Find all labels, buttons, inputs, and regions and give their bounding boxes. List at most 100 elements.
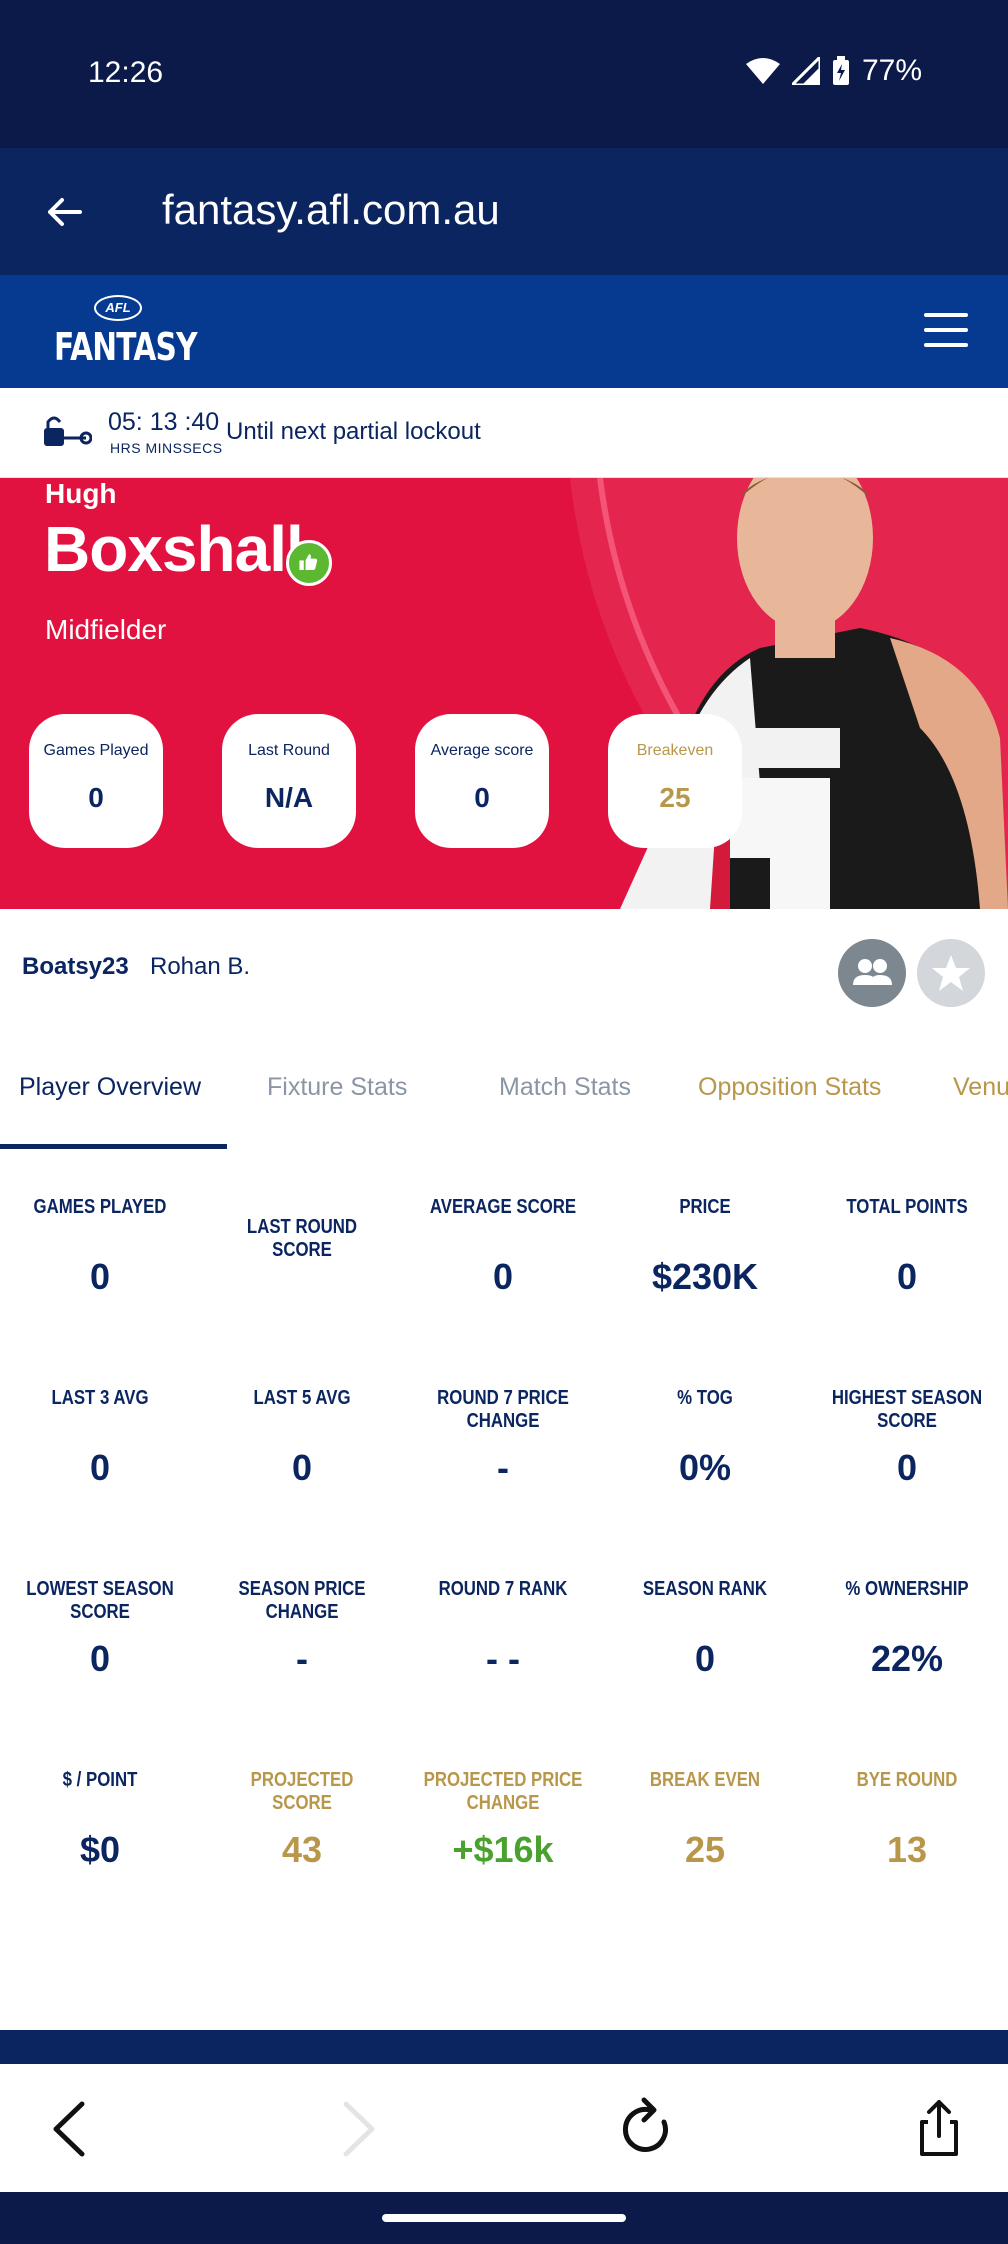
app-header: AFL FANTASY xyxy=(0,275,1008,388)
stat-value: 25 xyxy=(684,1829,726,1870)
lockout-countdown: 05: 13 :40 xyxy=(108,408,220,436)
pill-value: N/A xyxy=(264,782,314,813)
home-gesture-handle[interactable] xyxy=(382,2214,626,2222)
stat-label: ROUND 7 RANK xyxy=(438,1578,568,1600)
logo-fantasy-text: FANTASY xyxy=(54,325,198,369)
stat-value: 43 xyxy=(281,1829,323,1870)
reload-icon[interactable] xyxy=(612,2094,682,2164)
status-bar: 12:26 77% xyxy=(0,0,1008,148)
stat-label: HIGHEST SEASON SCORE xyxy=(831,1387,983,1432)
status-time: 12:26 xyxy=(88,56,164,89)
tab-match-stats[interactable]: Match Stats xyxy=(499,1073,631,1102)
player-last-name: Boxshall xyxy=(44,513,304,585)
stat-last-round-score: LAST ROUND SCORE xyxy=(206,1216,398,1262)
active-tab-indicator xyxy=(0,1144,227,1149)
stat-season-price-change: SEASON PRICE CHANGE - xyxy=(206,1578,398,1679)
stat-label: % OWNERSHIP xyxy=(845,1578,969,1600)
player-first-name: Hugh xyxy=(45,478,117,509)
stat-label: AVERAGE SCORE xyxy=(429,1196,577,1218)
owner-name: Rohan B. xyxy=(150,953,251,980)
stat-label: % TOG xyxy=(677,1387,733,1409)
stat-break-even: BREAK EVEN 25 xyxy=(609,1769,801,1870)
pill-label: Last Round xyxy=(248,742,330,759)
stat-label: BREAK EVEN xyxy=(649,1769,761,1791)
player-position: Midfielder xyxy=(45,614,167,645)
stat-bye-round: BYE ROUND 13 xyxy=(811,1769,1003,1870)
cell-signal-icon xyxy=(791,57,820,85)
team-name: Boatsy23 xyxy=(22,953,129,980)
browser-back-icon[interactable] xyxy=(36,2094,106,2164)
pill-value: 0 xyxy=(88,782,104,813)
owner-row: Boatsy23 Rohan B. xyxy=(0,909,1008,1029)
stat-value: $0 xyxy=(79,1829,121,1870)
stat-percent-tog: % TOG 0% xyxy=(609,1387,801,1488)
thumbs-up-icon xyxy=(286,540,332,586)
stat-value: - - xyxy=(486,1638,520,1679)
pill-value: 25 xyxy=(659,782,691,813)
player-tabs: Player Overview Fixture Stats Match Stat… xyxy=(0,1029,1008,1149)
favourite-star-icon[interactable] xyxy=(917,939,985,1007)
compare-players-icon[interactable] xyxy=(838,939,906,1007)
browser-url-bar: fantasy.afl.com.au xyxy=(0,148,1008,275)
pill-label: Breakeven xyxy=(636,742,714,759)
stat-value: - xyxy=(296,1638,308,1679)
stat-value: 0 xyxy=(89,1638,111,1679)
tab-venue-stats[interactable]: Venu xyxy=(953,1073,1008,1102)
stat-projected-price-change: PROJECTED PRICE CHANGE +$16k xyxy=(407,1769,599,1870)
wifi-icon xyxy=(745,58,780,84)
stat-projected-score: PROJECTED SCORE 43 xyxy=(206,1769,398,1870)
battery-percent: 77% xyxy=(861,54,922,87)
stat-value: - xyxy=(497,1447,509,1488)
gesture-bar xyxy=(0,2192,1008,2244)
stat-value: 0 xyxy=(291,1447,313,1488)
stat-value: 0 xyxy=(89,1447,111,1488)
tab-opposition-stats[interactable]: Opposition Stats xyxy=(698,1073,881,1102)
stat-label: LAST ROUND SCORE xyxy=(246,1216,358,1261)
pill-value: 0 xyxy=(474,782,490,813)
lockout-bar: 05: 13 :40 HRS MINSSECS Until next parti… xyxy=(0,388,1008,478)
logo-afl-mark: AFL xyxy=(94,295,142,321)
stat-average-score: AVERAGE SCORE 0 xyxy=(407,1196,599,1297)
afl-fantasy-logo[interactable]: AFL FANTASY xyxy=(54,295,198,371)
pill-games-played: Games Played 0 xyxy=(29,714,163,848)
footer-band xyxy=(0,2030,1008,2064)
hamburger-menu-icon[interactable] xyxy=(924,313,968,347)
stat-label: PRICE xyxy=(679,1196,731,1218)
stat-label: SEASON RANK xyxy=(642,1578,768,1600)
stat-label: PROJECTED PRICE CHANGE xyxy=(423,1769,583,1814)
stat-label: LAST 3 AVG xyxy=(51,1387,149,1409)
battery-charging-icon xyxy=(832,56,849,85)
url-text[interactable]: fantasy.afl.com.au xyxy=(162,186,500,234)
tab-fixture-stats[interactable]: Fixture Stats xyxy=(267,1073,407,1102)
tab-player-overview[interactable]: Player Overview xyxy=(19,1073,201,1102)
stat-value: $230K xyxy=(651,1256,759,1297)
stat-label: ROUND 7 PRICE CHANGE xyxy=(437,1387,569,1432)
stat-season-rank: SEASON RANK 0 xyxy=(609,1578,801,1679)
status-icons: 77% xyxy=(745,54,922,88)
stat-round-7-rank: ROUND 7 RANK - - xyxy=(407,1578,599,1679)
stat-value: 0% xyxy=(678,1447,732,1488)
stat-value: 0 xyxy=(896,1256,918,1297)
player-hero: Hugh Boxshall Midfielder Games Played 0 … xyxy=(0,478,1008,909)
stat-value: 0 xyxy=(492,1256,514,1297)
stat-percent-ownership: % OWNERSHIP 22% xyxy=(811,1578,1003,1679)
share-icon[interactable] xyxy=(904,2094,974,2164)
stat-dollar-per-point: $ / POINT $0 xyxy=(4,1769,196,1870)
browser-forward-icon[interactable] xyxy=(322,2094,392,2164)
unlocked-padlock-icon xyxy=(44,416,92,446)
back-arrow-icon[interactable] xyxy=(40,188,88,236)
stat-last-3-avg: LAST 3 AVG 0 xyxy=(4,1387,196,1488)
stat-label: SEASON PRICE CHANGE xyxy=(238,1578,366,1623)
stat-label: LOWEST SEASON SCORE xyxy=(26,1578,174,1623)
stat-price: PRICE $230K xyxy=(609,1196,801,1297)
stat-highest-season-score: HIGHEST SEASON SCORE 0 xyxy=(811,1387,1003,1488)
countdown-units: HRS MINSSECS xyxy=(110,440,223,456)
stat-label: PROJECTED SCORE xyxy=(250,1769,354,1814)
pill-label: Games Played xyxy=(43,742,149,759)
stat-value: 22% xyxy=(870,1638,944,1679)
stat-label: BYE ROUND xyxy=(856,1769,958,1791)
stat-label: TOTAL POINTS xyxy=(846,1196,968,1218)
stat-total-points: TOTAL POINTS 0 xyxy=(811,1196,1003,1297)
stat-label: $ / POINT xyxy=(62,1769,138,1791)
pill-breakeven: Breakeven 25 xyxy=(608,714,742,848)
